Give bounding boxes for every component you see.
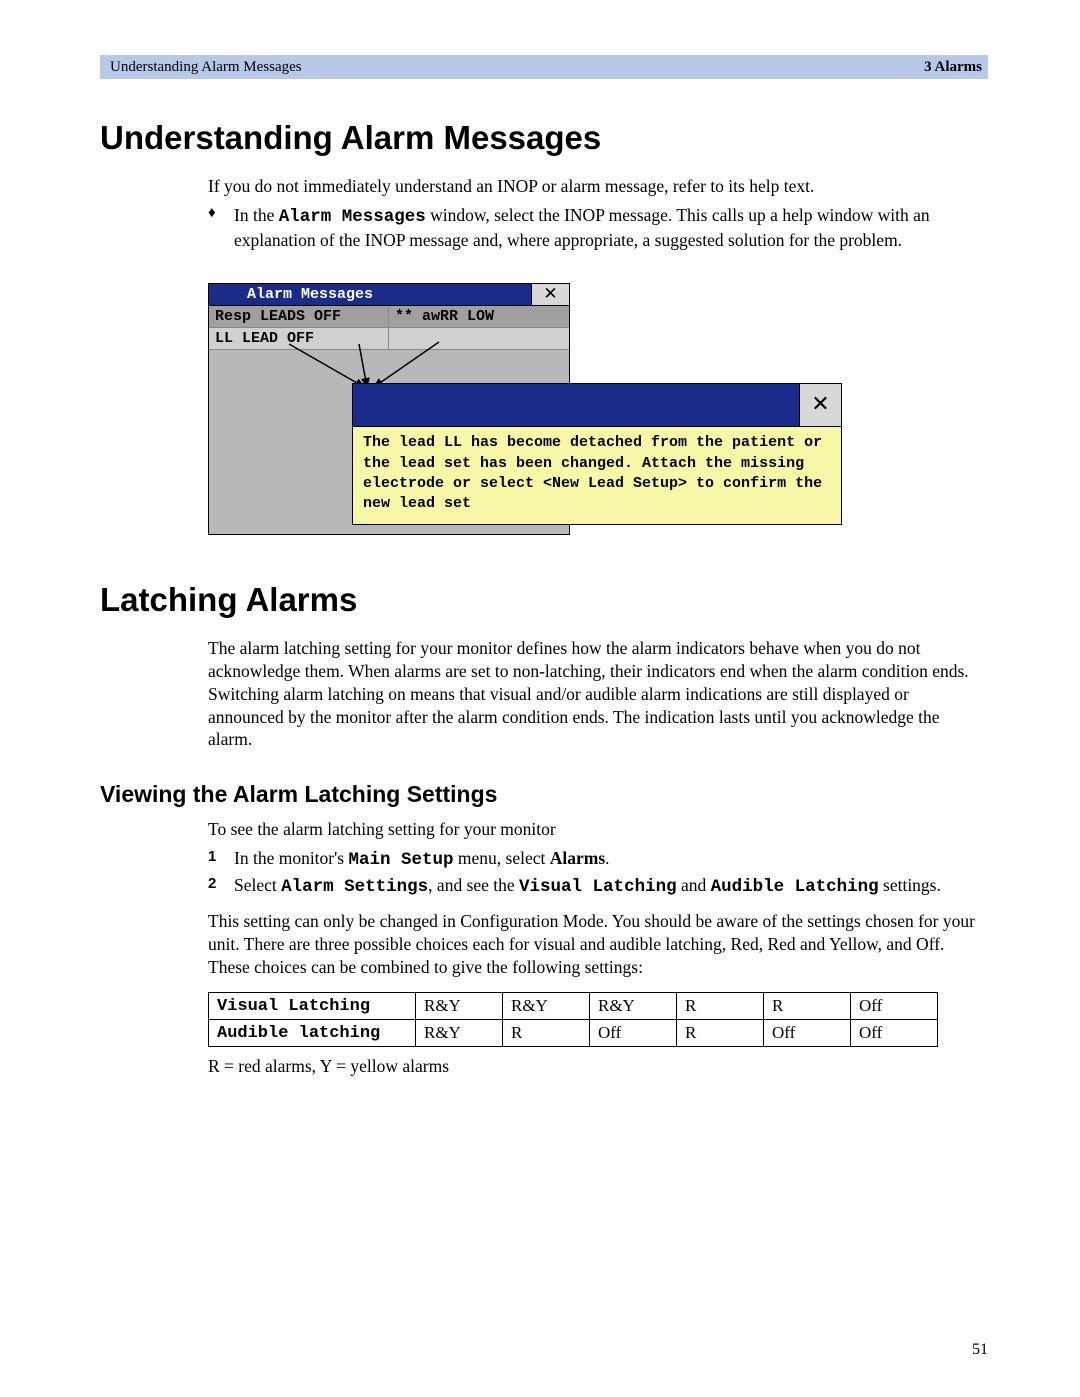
alarm-row-1[interactable]: Resp LEADS OFF ** awRR LOW: [209, 306, 569, 328]
bullet-item: In the Alarm Messages window, select the…: [208, 204, 988, 252]
row-label-audible: Audible latching: [209, 1020, 416, 1047]
table-legend: R = red alarms, Y = yellow alarms: [208, 1055, 988, 1078]
bullet-list: In the Alarm Messages window, select the…: [208, 204, 988, 252]
close-icon[interactable]: ✕: [531, 284, 569, 306]
step-2: Select Alarm Settings, and see the Visua…: [208, 874, 988, 900]
alarm-cell-ll: LL LEAD OFF: [209, 328, 389, 349]
help-window-titlebar: ✕: [353, 384, 841, 427]
heading-viewing: Viewing the Alarm Latching Settings: [100, 781, 988, 808]
step-1: In the monitor's Main Setup menu, select…: [208, 847, 988, 873]
row-label-visual: Visual Latching: [209, 993, 416, 1020]
alarm-row-2[interactable]: LL LEAD OFF: [209, 328, 569, 350]
intro-text: If you do not immediately understand an …: [208, 175, 988, 198]
figure-alarm-windows: Alarm Messages ✕ Resp LEADS OFF ** awRR …: [208, 283, 848, 543]
alarm-cell-resp: Resp LEADS OFF: [209, 306, 389, 327]
view-intro: To see the alarm latching setting for yo…: [208, 818, 988, 841]
table-row: Audible latching R&Y R Off R Off Off: [209, 1020, 938, 1047]
table-row: Visual Latching R&Y R&Y R&Y R R Off: [209, 993, 938, 1020]
help-window-body: The lead LL has become detached from the…: [353, 427, 841, 524]
heading-understanding: Understanding Alarm Messages: [100, 119, 988, 157]
steps-list: In the monitor's Main Setup menu, select…: [208, 847, 988, 900]
header-right: 3 Alarms: [924, 59, 982, 76]
running-header: Understanding Alarm Messages 3 Alarms: [100, 55, 988, 79]
help-popup-window: ✕ The lead LL has become detached from t…: [352, 383, 842, 525]
page: Understanding Alarm Messages 3 Alarms Un…: [0, 0, 1080, 1397]
config-paragraph: This setting can only be changed in Conf…: [208, 910, 988, 978]
bullet-mono: Alarm Messages: [279, 207, 426, 227]
bullet-prefix: In the: [234, 205, 279, 225]
latching-table: Visual Latching R&Y R&Y R&Y R R Off Audi…: [208, 992, 938, 1047]
alarm-window-title: Alarm Messages: [209, 284, 531, 306]
close-icon[interactable]: ✕: [799, 384, 841, 426]
heading-latching: Latching Alarms: [100, 581, 988, 619]
latching-paragraph: The alarm latching setting for your moni…: [208, 637, 988, 751]
page-number: 51: [972, 1341, 988, 1359]
alarm-cell-awrr: ** awRR LOW: [389, 306, 569, 327]
header-left: Understanding Alarm Messages: [110, 59, 302, 76]
